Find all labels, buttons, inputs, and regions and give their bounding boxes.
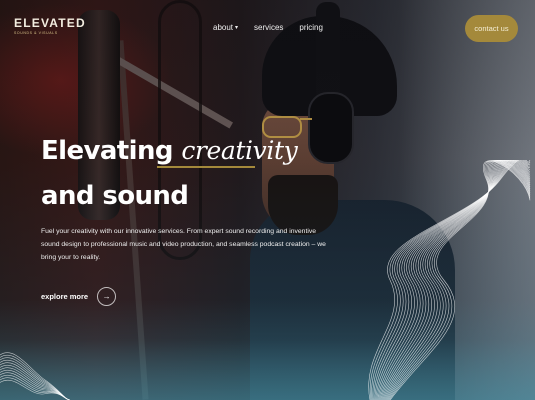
wave-line	[378, 160, 531, 400]
brand-name: ELEVATED	[14, 16, 86, 30]
brand-tagline: SOUNDS & VISUALS	[14, 31, 58, 35]
sound-wave-graphic-left	[0, 352, 70, 400]
main-nav: about ▾ services pricing	[213, 23, 323, 32]
wave-line	[384, 160, 531, 400]
wave-line	[374, 160, 531, 400]
hero-title-italic: creativity	[181, 136, 298, 165]
wave-line	[372, 160, 531, 400]
wave-line	[388, 160, 531, 400]
title-accent-underline	[157, 166, 255, 168]
nav-item-label: pricing	[299, 23, 323, 32]
chevron-down-icon: ▾	[235, 25, 239, 31]
arrow-right-icon: →	[97, 287, 117, 306]
wave-line	[369, 160, 531, 400]
hero-title-bold: Elevating	[41, 136, 182, 166]
hero-title: Elevating creativity and sound	[41, 128, 298, 219]
explore-more-button[interactable]: explore more →	[41, 287, 117, 306]
wave-line	[0, 372, 70, 400]
wave-line	[387, 160, 531, 400]
wave-line	[0, 367, 70, 400]
nav-item-pricing[interactable]: pricing	[299, 23, 323, 32]
brand-logo[interactable]: ELEVATED SOUNDS & VISUALS	[14, 16, 86, 35]
nav-item-label: services	[254, 23, 284, 32]
hero-title-line2: and sound	[41, 181, 189, 211]
explore-more-label: explore more	[41, 292, 89, 301]
wave-line	[381, 160, 531, 400]
hero-description: Fuel your creativity with our innovative…	[41, 228, 326, 261]
nav-item-label: about	[213, 23, 234, 32]
sound-wave-graphic	[368, 160, 531, 400]
nav-item-services[interactable]: services	[254, 23, 283, 32]
contact-us-button[interactable]: contact us	[465, 15, 518, 42]
wave-line	[0, 369, 70, 400]
nav-item-about[interactable]: about ▾	[213, 23, 238, 32]
wave-line	[375, 160, 531, 400]
